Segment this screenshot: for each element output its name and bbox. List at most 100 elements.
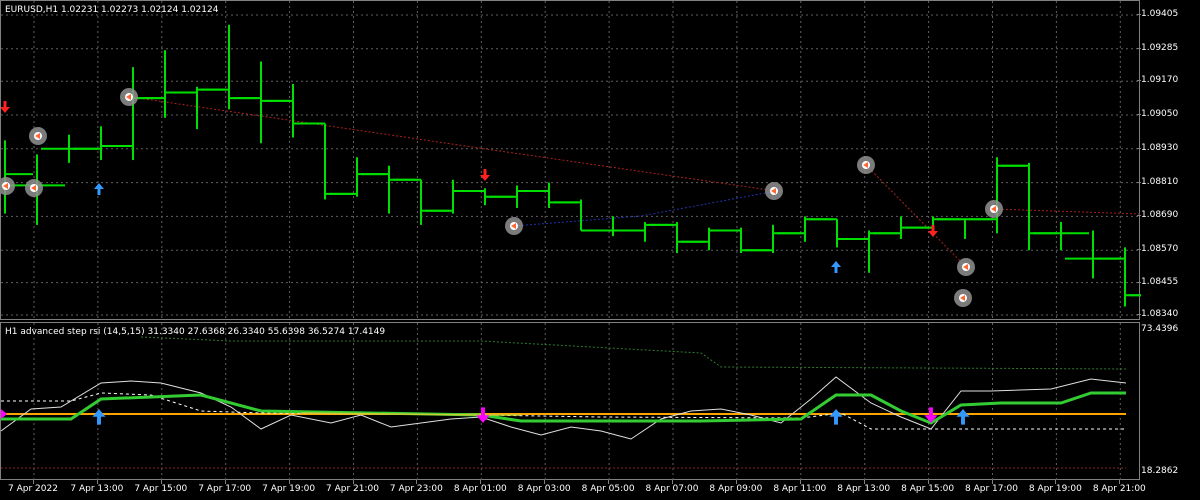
buy-arrow-icon-shape (956, 409, 970, 425)
step-rsi-line (1, 391, 1126, 425)
time-tick (1119, 480, 1121, 484)
time-label: 8 Apr 13:00 (837, 484, 891, 494)
ohlc-bar (745, 224, 801, 254)
indicator-title: H1 advanced step rsi (14,5,15) 31.3340 2… (5, 327, 386, 337)
signal-marker (1, 177, 15, 195)
time-tick (288, 480, 290, 484)
time-label: 7 Apr 13:00 (70, 484, 124, 494)
time-tick (799, 480, 801, 484)
signal-marker (857, 156, 875, 174)
time-label: 8 Apr 19:00 (1028, 484, 1082, 494)
ohlc-bar (425, 179, 481, 214)
sell-arrow-icon (1, 101, 10, 113)
time-label: 7 Apr 15:00 (134, 484, 188, 494)
buy-arrow-icon-shape (831, 261, 841, 273)
indicator-min-label: 18.2862 (1141, 466, 1179, 476)
signal-dashed-line (1, 392, 1126, 430)
price-label: 1.08340 (1141, 309, 1179, 319)
time-tick (608, 480, 610, 484)
ohlc-bar (329, 157, 385, 197)
price-label: 1.08570 (1141, 244, 1179, 255)
buy-arrow-icon (956, 409, 970, 425)
buy-arrow-icon-shape (829, 409, 843, 425)
signal-marker (954, 289, 972, 307)
buy-arrow-icon (829, 409, 843, 425)
price-tick (1137, 14, 1141, 15)
signal-marker (120, 88, 138, 106)
ohlc-bar (297, 122, 353, 200)
trend-line-red (130, 96, 777, 192)
ohlc-bar (489, 185, 545, 208)
chart-title: EURUSD,H1 1.02231 1.02273 1.02124 1.0212… (5, 5, 219, 15)
time-label: 7 Apr 19:00 (262, 484, 316, 494)
price-tick (1137, 80, 1141, 82)
time-label: 8 Apr 09:00 (709, 484, 763, 494)
ohlc-bar (265, 84, 321, 138)
time-tick (672, 480, 673, 484)
signal-marker (25, 179, 43, 197)
ohlc-bar (393, 178, 449, 225)
price-label: 1.09170 (1141, 75, 1179, 86)
price-label: 1.08690 (1141, 210, 1179, 221)
price-tick (1137, 249, 1141, 251)
ohlc-bar (201, 24, 257, 110)
price-chart-panel[interactable]: EURUSD,H1 1.02231 1.02273 1.02124 1.0212… (0, 0, 1141, 321)
price-label: 1.09050 (1141, 109, 1179, 119)
ohlc-bar (937, 218, 993, 239)
time-label: 7 Apr 17:00 (198, 484, 252, 494)
time-label: 8 Apr 05:00 (581, 484, 635, 494)
ohlc-bar (969, 157, 1025, 234)
ohlc-bar (1097, 247, 1141, 307)
signal-marker (765, 182, 783, 200)
indicator-canvas (1, 323, 1127, 481)
time-label: 8 Apr 21:00 (1092, 484, 1146, 494)
buy-arrow-icon-shape (94, 183, 104, 195)
time-label: 8 Apr 07:00 (645, 484, 699, 494)
ohlc-bar (1, 140, 33, 214)
indicator-max-label: 73.4396 (1141, 324, 1179, 334)
time-tick (416, 480, 418, 484)
time-label: 8 Apr 11:00 (773, 484, 827, 494)
ohlc-bar (841, 230, 897, 273)
price-label: 1.08810 (1141, 176, 1179, 187)
sell-arrow-icon (476, 407, 490, 423)
sell-arrow-icon (480, 169, 490, 181)
time-tick (1055, 480, 1057, 484)
buy-arrow-icon-shape (92, 409, 106, 425)
price-label: 1.08930 (1141, 142, 1179, 153)
price-tick (1137, 47, 1141, 49)
ohlc-bar (585, 216, 641, 237)
price-label: 1.09405 (1141, 9, 1179, 19)
time-label: 7 Apr 21:00 (326, 484, 379, 494)
ohlc-bar (361, 165, 417, 214)
buy-arrow-icon (831, 261, 841, 273)
ohlc-bar (553, 199, 609, 232)
price-label: 1.09285 (1141, 42, 1179, 53)
time-tick (33, 480, 34, 484)
ohlc-bar (521, 182, 577, 208)
trend-line-red-3 (993, 208, 1141, 215)
time-axis[interactable]: 7 Apr 2022 7 Apr 13:00 7 Apr 15:00 7 Apr 17… (0, 480, 1146, 500)
indicator-panel[interactable]: H1 advanced step rsi (14,5,15) 31.3340 2… (0, 322, 1140, 481)
indicator-axis[interactable]: 73.4396 18.2862 (1140, 322, 1200, 480)
ohlc-bar (1033, 222, 1089, 251)
signal-marker (985, 200, 1003, 218)
time-tick (96, 480, 98, 484)
price-tick (1137, 215, 1141, 217)
price-chart-canvas (1, 1, 1141, 321)
time-label: 7 Apr 23:00 (389, 484, 443, 494)
ohlc-bar (649, 222, 705, 254)
time-tick (544, 480, 546, 484)
sell-arrow-icon-shape (476, 407, 490, 423)
price-axis[interactable]: 1.09405 1.09285 1.09170 1.09050 1.08930 1.088… (1137, 0, 1200, 320)
price-tick (1137, 314, 1141, 315)
ohlc-bar (1065, 230, 1121, 279)
buy-arrow-icon (92, 409, 106, 425)
time-label: 8 Apr 03:00 (517, 484, 571, 494)
ohlc-bar (809, 218, 865, 248)
ohlc-bar (233, 61, 289, 144)
time-label: 8 Apr 15:00 (901, 484, 955, 494)
price-tick (1137, 147, 1141, 149)
upper-band-line (140, 336, 1127, 370)
time-tick (927, 480, 929, 484)
